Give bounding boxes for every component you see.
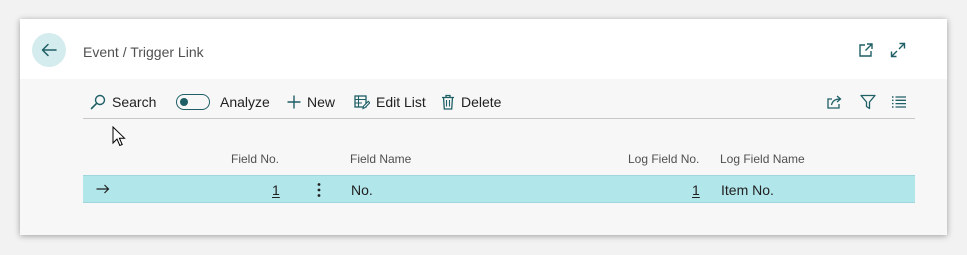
- open-in-new-window-icon: [859, 43, 873, 57]
- table-row[interactable]: 1 No. 1 Item No.: [83, 175, 915, 203]
- mouse-pointer-icon: [112, 126, 126, 147]
- delete-label: Delete: [461, 94, 502, 110]
- edit-list-button[interactable]: Edit List: [354, 90, 426, 114]
- expand-button[interactable]: [888, 40, 908, 60]
- action-toolbar: Search Analyze New Edit List Delete: [83, 87, 915, 119]
- search-icon: [90, 94, 106, 110]
- new-button[interactable]: New: [287, 90, 335, 114]
- column-header-field-no[interactable]: Field No.: [231, 152, 279, 166]
- share-icon: [826, 95, 841, 109]
- search-button[interactable]: Search: [90, 90, 156, 114]
- delete-button[interactable]: Delete: [441, 90, 501, 114]
- search-label: Search: [112, 94, 157, 110]
- column-header-field-name[interactable]: Field Name: [350, 152, 411, 166]
- toggle-switch[interactable]: [176, 94, 210, 110]
- share-button[interactable]: [823, 91, 845, 113]
- toggle-knob: [180, 97, 188, 106]
- list-view-icon: [892, 96, 906, 108]
- back-button[interactable]: [32, 33, 66, 67]
- more-options-icon[interactable]: [317, 182, 321, 198]
- trash-icon: [442, 94, 454, 110]
- new-label: New: [307, 94, 336, 110]
- plus-icon: [287, 95, 301, 109]
- row-arrow-icon: [96, 184, 110, 194]
- edit-list-label: Edit List: [376, 94, 426, 110]
- edit-list-icon: [354, 95, 370, 110]
- log-field-name-value: Item No.: [721, 182, 774, 198]
- back-arrow-icon: [41, 43, 57, 57]
- open-in-new-window-button[interactable]: [856, 40, 876, 60]
- page-card: Event / Trigger Link Search Analyze New …: [20, 19, 947, 235]
- column-header-log-field-name[interactable]: Log Field Name: [720, 152, 805, 166]
- column-header-log-field-no[interactable]: Log Field No.: [628, 152, 699, 166]
- page-title: Event / Trigger Link: [83, 44, 204, 60]
- filter-button[interactable]: [857, 91, 879, 113]
- analyze-toggle[interactable]: Analyze: [176, 90, 270, 114]
- log-field-no-value[interactable]: 1: [692, 182, 700, 198]
- expand-icon: [890, 42, 906, 58]
- filter-icon: [860, 94, 876, 110]
- field-name-value: No.: [351, 182, 373, 198]
- field-no-value[interactable]: 1: [272, 182, 280, 198]
- list-view-button[interactable]: [888, 91, 910, 113]
- analyze-label: Analyze: [220, 94, 270, 110]
- page-header: Event / Trigger Link: [20, 19, 947, 79]
